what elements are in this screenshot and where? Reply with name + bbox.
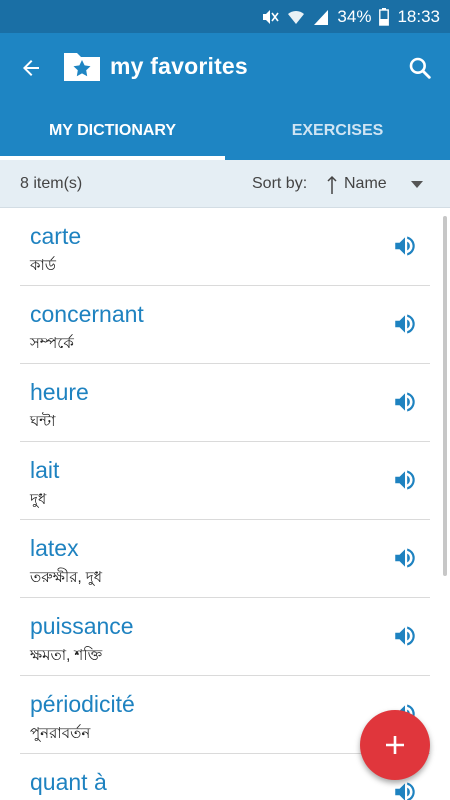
sort-label: Sort by: [252,175,308,192]
speaker-icon[interactable] [392,311,418,337]
mute-icon [263,10,280,24]
tab-exercises[interactable]: EXERCISES [225,115,450,160]
word: latex [30,535,79,561]
status-bar: 34% 18:33 [0,0,450,33]
meaning: পুনরাবর্তন [30,725,91,742]
clock: 18:33 [397,7,440,26]
list-item[interactable]: latex তরুক্ষীর, দুধ [20,520,430,598]
battery-percent: 34% [337,7,372,26]
item-count: 8 item(s) [20,175,83,192]
wifi-icon [288,10,305,24]
back-button[interactable] [14,51,48,85]
list-item[interactable]: heure ঘন্টা [20,364,430,442]
list-item[interactable]: lait দুধ [20,442,430,520]
tab-my-dictionary[interactable]: MY DICTIONARY [0,115,225,160]
meaning: তরুক্ষীর, দুধ [30,569,103,586]
app-bar: my favorites MY DICTIONARY EXERCISES [0,33,450,160]
plus-icon [386,736,404,754]
sort-bar: 8 item(s) Sort by: Name [0,160,450,208]
speaker-icon[interactable] [392,389,418,415]
speaker-icon[interactable] [392,545,418,571]
back-arrow-icon [23,60,39,76]
speaker-icon[interactable] [392,233,418,259]
sort-direction-icon[interactable] [326,175,338,195]
tab-bar: MY DICTIONARY EXERCISES [0,115,450,160]
word: heure [30,379,89,405]
signal-icon [314,10,329,25]
speaker-icon[interactable] [392,467,418,493]
list-item[interactable]: puissance ক্ষমতা, শক্তি [20,598,430,676]
word: quant à [30,769,107,795]
word: puissance [30,613,134,639]
list-item[interactable]: concernant সম্পর্কে [20,286,430,364]
search-icon [409,57,431,79]
list-item[interactable]: carte কার্ড [20,208,430,286]
word: carte [30,223,82,249]
speaker-icon[interactable] [392,623,418,649]
meaning: দুধ [30,491,47,508]
speaker-icon[interactable] [392,779,418,800]
star-folder-icon [64,53,100,81]
dropdown-icon[interactable] [410,179,424,189]
word: concernant [30,301,144,327]
word: lait [30,457,60,483]
sort-select-value[interactable]: Name [344,175,387,193]
add-word-button[interactable] [360,710,430,780]
meaning: ঘন্টা [30,413,56,430]
meaning: সম্পর্কে [30,335,74,352]
search-button[interactable] [402,50,438,86]
meaning: কার্ড [30,257,56,274]
word: périodicité [30,691,135,717]
page-title: my favorites [110,53,248,79]
meaning: ক্ষমতা, শক্তি [30,647,103,664]
battery-icon [379,8,390,26]
scrollbar[interactable] [443,216,447,576]
